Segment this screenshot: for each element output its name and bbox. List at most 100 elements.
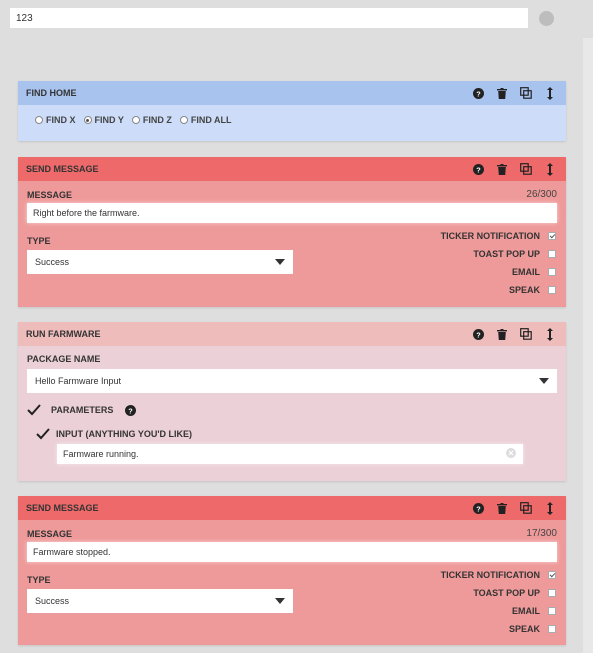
radio-button[interactable] — [131, 116, 140, 124]
channel-label: EMAIL — [512, 267, 540, 277]
trash-icon[interactable] — [490, 81, 514, 105]
channel-list: TICKER NOTIFICATION TOAST POP UP EMAIL S… — [293, 227, 557, 299]
radio-button[interactable] — [179, 116, 188, 124]
channel-label: SPEAK — [508, 285, 540, 295]
svg-text:?: ? — [476, 89, 481, 98]
channel-ticker-notification: TICKER NOTIFICATION — [441, 566, 556, 584]
parameters-checkbox[interactable] — [27, 403, 41, 417]
channel-label: SPEAK — [508, 624, 540, 634]
step-body: MESSAGE 17/300 TYPE Success TICKER NOTIF… — [18, 520, 566, 645]
step-header[interactable]: SEND MESSAGE ? — [18, 157, 566, 181]
channel-checkbox[interactable] — [548, 589, 556, 597]
farmware-input-text[interactable] — [57, 444, 523, 464]
radio-label: FIND X — [46, 115, 76, 125]
help-circle-icon[interactable]: ? — [466, 81, 490, 105]
step-toolbar: ? — [466, 157, 562, 181]
sequence-color-picker[interactable] — [539, 11, 554, 26]
svg-text:?: ? — [476, 504, 481, 513]
copy-icon[interactable] — [514, 496, 538, 520]
type-section: TYPE Success — [27, 566, 293, 638]
trash-icon[interactable] — [490, 157, 514, 181]
type-select[interactable]: Success — [27, 589, 293, 613]
step-title: RUN FARMWARE — [26, 329, 101, 339]
step-header[interactable]: SEND MESSAGE ? — [18, 496, 566, 520]
channel-label: TOAST POP UP — [473, 249, 540, 259]
package-select[interactable]: Hello Farmware Input — [27, 369, 557, 393]
step-toolbar: ? — [466, 496, 562, 520]
scrollbar-track[interactable] — [583, 38, 593, 653]
help-circle-icon[interactable]: ? — [466, 157, 490, 181]
character-count: 26/300 — [526, 189, 557, 200]
caret-down-icon — [275, 259, 285, 265]
channel-email: EMAIL — [512, 602, 556, 620]
drag-vertical-icon[interactable] — [538, 157, 562, 181]
step-title: SEND MESSAGE — [26, 164, 99, 174]
channel-email: EMAIL — [512, 263, 556, 281]
character-count: 17/300 — [526, 528, 557, 539]
radio-find-x[interactable]: FIND X — [35, 115, 76, 125]
step-send-message: SEND MESSAGE ? MESSAGE 17/300 TYPE — [18, 496, 566, 645]
radio-find-z[interactable]: FIND Z — [131, 115, 172, 125]
step-run-farmware: RUN FARMWARE ? PACKAGE NAME Hello Farmwa… — [18, 322, 566, 481]
channel-label: EMAIL — [512, 606, 540, 616]
channel-checkbox[interactable] — [548, 625, 556, 633]
caret-down-icon — [539, 378, 549, 384]
help-circle-icon[interactable]: ? — [466, 496, 490, 520]
type-select[interactable]: Success — [27, 250, 293, 274]
package-name-label: PACKAGE NAME — [27, 354, 101, 364]
checkmark-icon — [27, 404, 41, 416]
sequence-name-input[interactable] — [10, 8, 528, 28]
radio-find-y[interactable]: FIND Y — [83, 115, 124, 125]
channel-toast-pop-up: TOAST POP UP — [473, 584, 556, 602]
radio-button[interactable] — [35, 116, 43, 124]
drag-vertical-icon[interactable] — [538, 81, 562, 105]
message-input[interactable] — [27, 542, 557, 562]
message-input[interactable] — [27, 203, 557, 223]
type-section: TYPE Success — [27, 227, 293, 299]
parameters-row: PARAMETERS ? — [27, 403, 557, 417]
copy-icon[interactable] — [514, 322, 538, 346]
axis-radio-group: FIND X FIND Y FIND Z FIND ALL — [27, 113, 557, 125]
channel-checkbox[interactable] — [548, 268, 556, 276]
radio-label: FIND ALL — [190, 115, 232, 125]
channel-label: TICKER NOTIFICATION — [440, 231, 540, 241]
svg-text:?: ? — [129, 406, 134, 415]
radio-label: FIND Y — [94, 115, 124, 125]
drag-vertical-icon[interactable] — [538, 322, 562, 346]
copy-icon[interactable] — [514, 81, 538, 105]
step-header[interactable]: FIND HOME ? — [18, 81, 566, 105]
step-toolbar: ? — [466, 322, 562, 346]
message-label-row: MESSAGE 17/300 — [27, 528, 557, 539]
farmware-input-checkbox[interactable] — [36, 427, 50, 441]
clear-icon[interactable] — [506, 448, 516, 458]
radio-button-selected[interactable] — [83, 116, 92, 124]
copy-icon[interactable] — [514, 157, 538, 181]
message-label-row: MESSAGE 26/300 — [27, 189, 557, 200]
farmware-input-label: INPUT (ANYTHING YOU'D LIKE) — [56, 429, 192, 439]
checkmark-icon — [36, 428, 50, 440]
channel-checkbox[interactable] — [548, 607, 556, 615]
channel-checkbox[interactable] — [548, 571, 556, 579]
type-select-value: Success — [35, 596, 70, 606]
channel-ticker-notification: TICKER NOTIFICATION — [441, 227, 556, 245]
type-select-value: Success — [35, 257, 70, 267]
type-label: TYPE — [27, 236, 51, 246]
trash-icon[interactable] — [490, 322, 514, 346]
channel-label: TOAST POP UP — [473, 588, 540, 598]
farmware-input-row: INPUT (ANYTHING YOU'D LIKE) — [27, 427, 557, 441]
channel-checkbox[interactable] — [548, 250, 556, 258]
channel-checkbox[interactable] — [548, 232, 556, 240]
step-header[interactable]: RUN FARMWARE ? — [18, 322, 566, 346]
step-title: FIND HOME — [26, 88, 77, 98]
step-body: PACKAGE NAME Hello Farmware Input PARAME… — [18, 346, 566, 481]
message-label: MESSAGE — [27, 528, 73, 539]
trash-icon[interactable] — [490, 496, 514, 520]
radio-find-all[interactable]: FIND ALL — [179, 115, 232, 125]
channel-checkbox[interactable] — [548, 286, 556, 294]
svg-text:?: ? — [476, 165, 481, 174]
step-body: FIND X FIND Y FIND Z FIND ALL — [18, 105, 566, 141]
package-select-value: Hello Farmware Input — [35, 376, 122, 386]
help-circle-icon[interactable]: ? — [125, 404, 137, 416]
drag-vertical-icon[interactable] — [538, 496, 562, 520]
help-circle-icon[interactable]: ? — [466, 322, 490, 346]
